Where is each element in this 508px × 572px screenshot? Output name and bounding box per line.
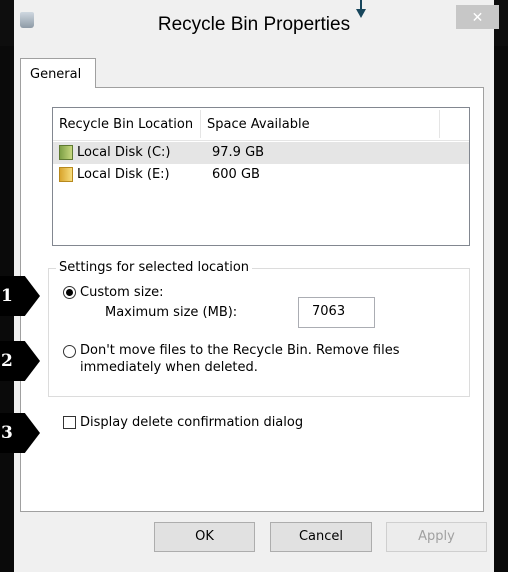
apply-button[interactable]: Apply — [386, 522, 487, 552]
folder-icon — [59, 167, 73, 182]
column-divider — [439, 110, 440, 138]
no-recycle-label-line2[interactable]: immediately when deleted. — [80, 360, 258, 375]
confirm-dialog-label[interactable]: Display delete confirmation dialog — [80, 415, 303, 430]
custom-size-label[interactable]: Custom size: — [80, 285, 164, 300]
window-title: Recycle Bin Properties — [157, 14, 351, 35]
column-header-location[interactable]: Recycle Bin Location — [59, 108, 193, 140]
location-list[interactable]: Recycle Bin Location Space Available Loc… — [52, 107, 470, 246]
step-number: 2 — [1, 351, 13, 371]
ok-button[interactable]: OK — [154, 522, 255, 552]
column-divider — [200, 110, 201, 138]
radio-selected-dot — [66, 289, 73, 296]
settings-legend: Settings for selected location — [56, 260, 253, 275]
list-header: Recycle Bin Location Space Available — [53, 108, 469, 141]
space-available: 97.9 GB — [212, 145, 265, 160]
list-item[interactable]: Local Disk (C:) 97.9 GB — [53, 142, 469, 164]
space-available: 600 GB — [212, 167, 260, 182]
location-name: Local Disk (E:) — [77, 167, 170, 182]
step-number: 1 — [1, 286, 13, 306]
close-button[interactable]: ✕ — [456, 5, 499, 29]
title-bar[interactable]: Recycle Bin Properties ✕ — [0, 0, 508, 46]
cancel-button[interactable]: Cancel — [270, 522, 372, 552]
list-item[interactable]: Local Disk (E:) 600 GB — [53, 164, 469, 186]
step-number: 3 — [1, 423, 13, 443]
max-size-input[interactable]: 7063 — [298, 297, 375, 328]
no-recycle-label-line1[interactable]: Don't move files to the Recycle Bin. Rem… — [80, 343, 399, 358]
properties-window: Recycle Bin Properties ✕ General Recycle… — [0, 0, 508, 572]
tab-general[interactable]: General — [20, 58, 96, 88]
drive-icon — [59, 145, 73, 160]
location-name: Local Disk (C:) — [77, 145, 171, 160]
custom-size-radio[interactable] — [63, 286, 76, 299]
max-size-label: Maximum size (MB): — [105, 305, 238, 320]
no-recycle-radio[interactable] — [63, 345, 76, 358]
column-header-space[interactable]: Space Available — [207, 108, 310, 140]
confirm-dialog-checkbox[interactable] — [63, 416, 76, 429]
